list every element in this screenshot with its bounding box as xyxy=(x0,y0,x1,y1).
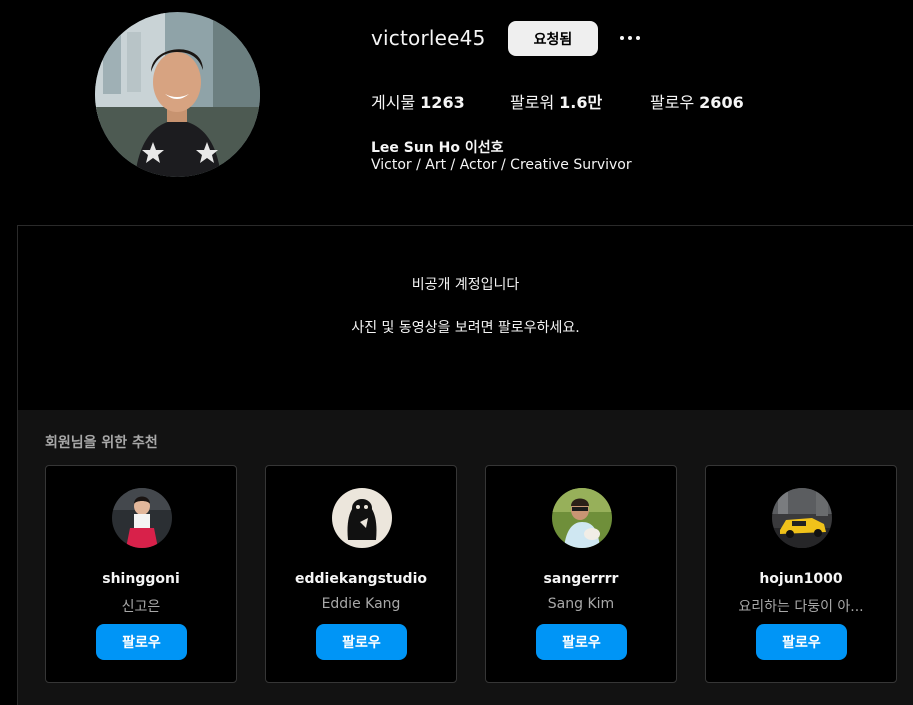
profile-bio: Victor / Art / Actor / Creative Survivor xyxy=(371,157,632,173)
suggestion-card: shinggoni 신고은 팔로우 xyxy=(45,465,237,683)
posts-count: 게시물 1263 xyxy=(371,89,510,113)
follow-button[interactable]: 팔로우 xyxy=(316,624,407,660)
followers-value: 1.6만 xyxy=(559,93,603,112)
suggestion-card: eddiekangstudio Eddie Kang 팔로우 xyxy=(265,465,457,683)
suggestion-avatar[interactable] xyxy=(772,488,832,548)
profile-avatar[interactable] xyxy=(95,12,260,177)
followers-label: 팔로워 xyxy=(510,93,555,112)
suggestion-handle[interactable]: shinggoni xyxy=(46,571,236,587)
suggestions-title: 회원님을 위한 추천 xyxy=(45,435,158,451)
posts-value: 1263 xyxy=(420,93,465,112)
follow-button[interactable]: 팔로우 xyxy=(96,624,187,660)
suggestion-avatar[interactable] xyxy=(552,488,612,548)
following-label: 팔로우 xyxy=(650,93,695,112)
following-value: 2606 xyxy=(699,93,744,112)
follow-button[interactable]: 팔로우 xyxy=(536,624,627,660)
suggestion-name: Sang Kim xyxy=(547,596,615,612)
posts-label: 게시물 xyxy=(371,93,416,112)
profile-stats: 게시물 1263 팔로워 1.6만 팔로우 2606 xyxy=(371,89,744,113)
profile-full-name: Lee Sun Ho 이선호 xyxy=(371,140,504,156)
ellipsis-dot xyxy=(620,36,624,40)
suggestion-name: 요리하는 다둥이 아... xyxy=(738,599,864,615)
followers-link[interactable]: 팔로워 1.6만 xyxy=(510,89,650,113)
suggestion-avatar[interactable] xyxy=(112,488,172,548)
profile-page: victorlee45 요청됨 게시물 1263 팔로워 1.6만 팔로우 26… xyxy=(0,0,913,705)
suggestions-panel: 회원님을 위한 추천 shinggoni 신고은 팔로우 eddiekangst… xyxy=(17,410,913,705)
profile-username: victorlee45 xyxy=(371,26,486,50)
suggestion-handle[interactable]: eddiekangstudio xyxy=(266,571,456,587)
ellipsis-icon[interactable] xyxy=(614,24,646,52)
private-account-panel: 비공개 계정입니다 사진 및 동영상을 보려면 팔로우하세요. xyxy=(17,225,913,410)
suggestion-name: Eddie Kang xyxy=(321,596,401,612)
private-account-title: 비공개 계정입니다 xyxy=(411,277,520,293)
ellipsis-dot xyxy=(628,36,632,40)
requested-button[interactable]: 요청됨 xyxy=(508,21,598,56)
suggestion-handle[interactable]: sangerrrr xyxy=(486,571,676,587)
suggestion-avatar[interactable] xyxy=(332,488,392,548)
suggestion-handle[interactable]: hojun1000 xyxy=(706,571,896,587)
private-account-description: 사진 및 동영상을 보려면 팔로우하세요. xyxy=(351,320,580,336)
suggestion-card: sangerrrr Sang Kim 팔로우 xyxy=(485,465,677,683)
suggestion-card: hojun1000 요리하는 다둥이 아... 팔로우 xyxy=(705,465,897,683)
follow-button[interactable]: 팔로우 xyxy=(756,624,847,660)
following-link[interactable]: 팔로우 2606 xyxy=(650,89,744,113)
ellipsis-dot xyxy=(636,36,640,40)
suggestion-name: 신고은 xyxy=(121,599,161,615)
